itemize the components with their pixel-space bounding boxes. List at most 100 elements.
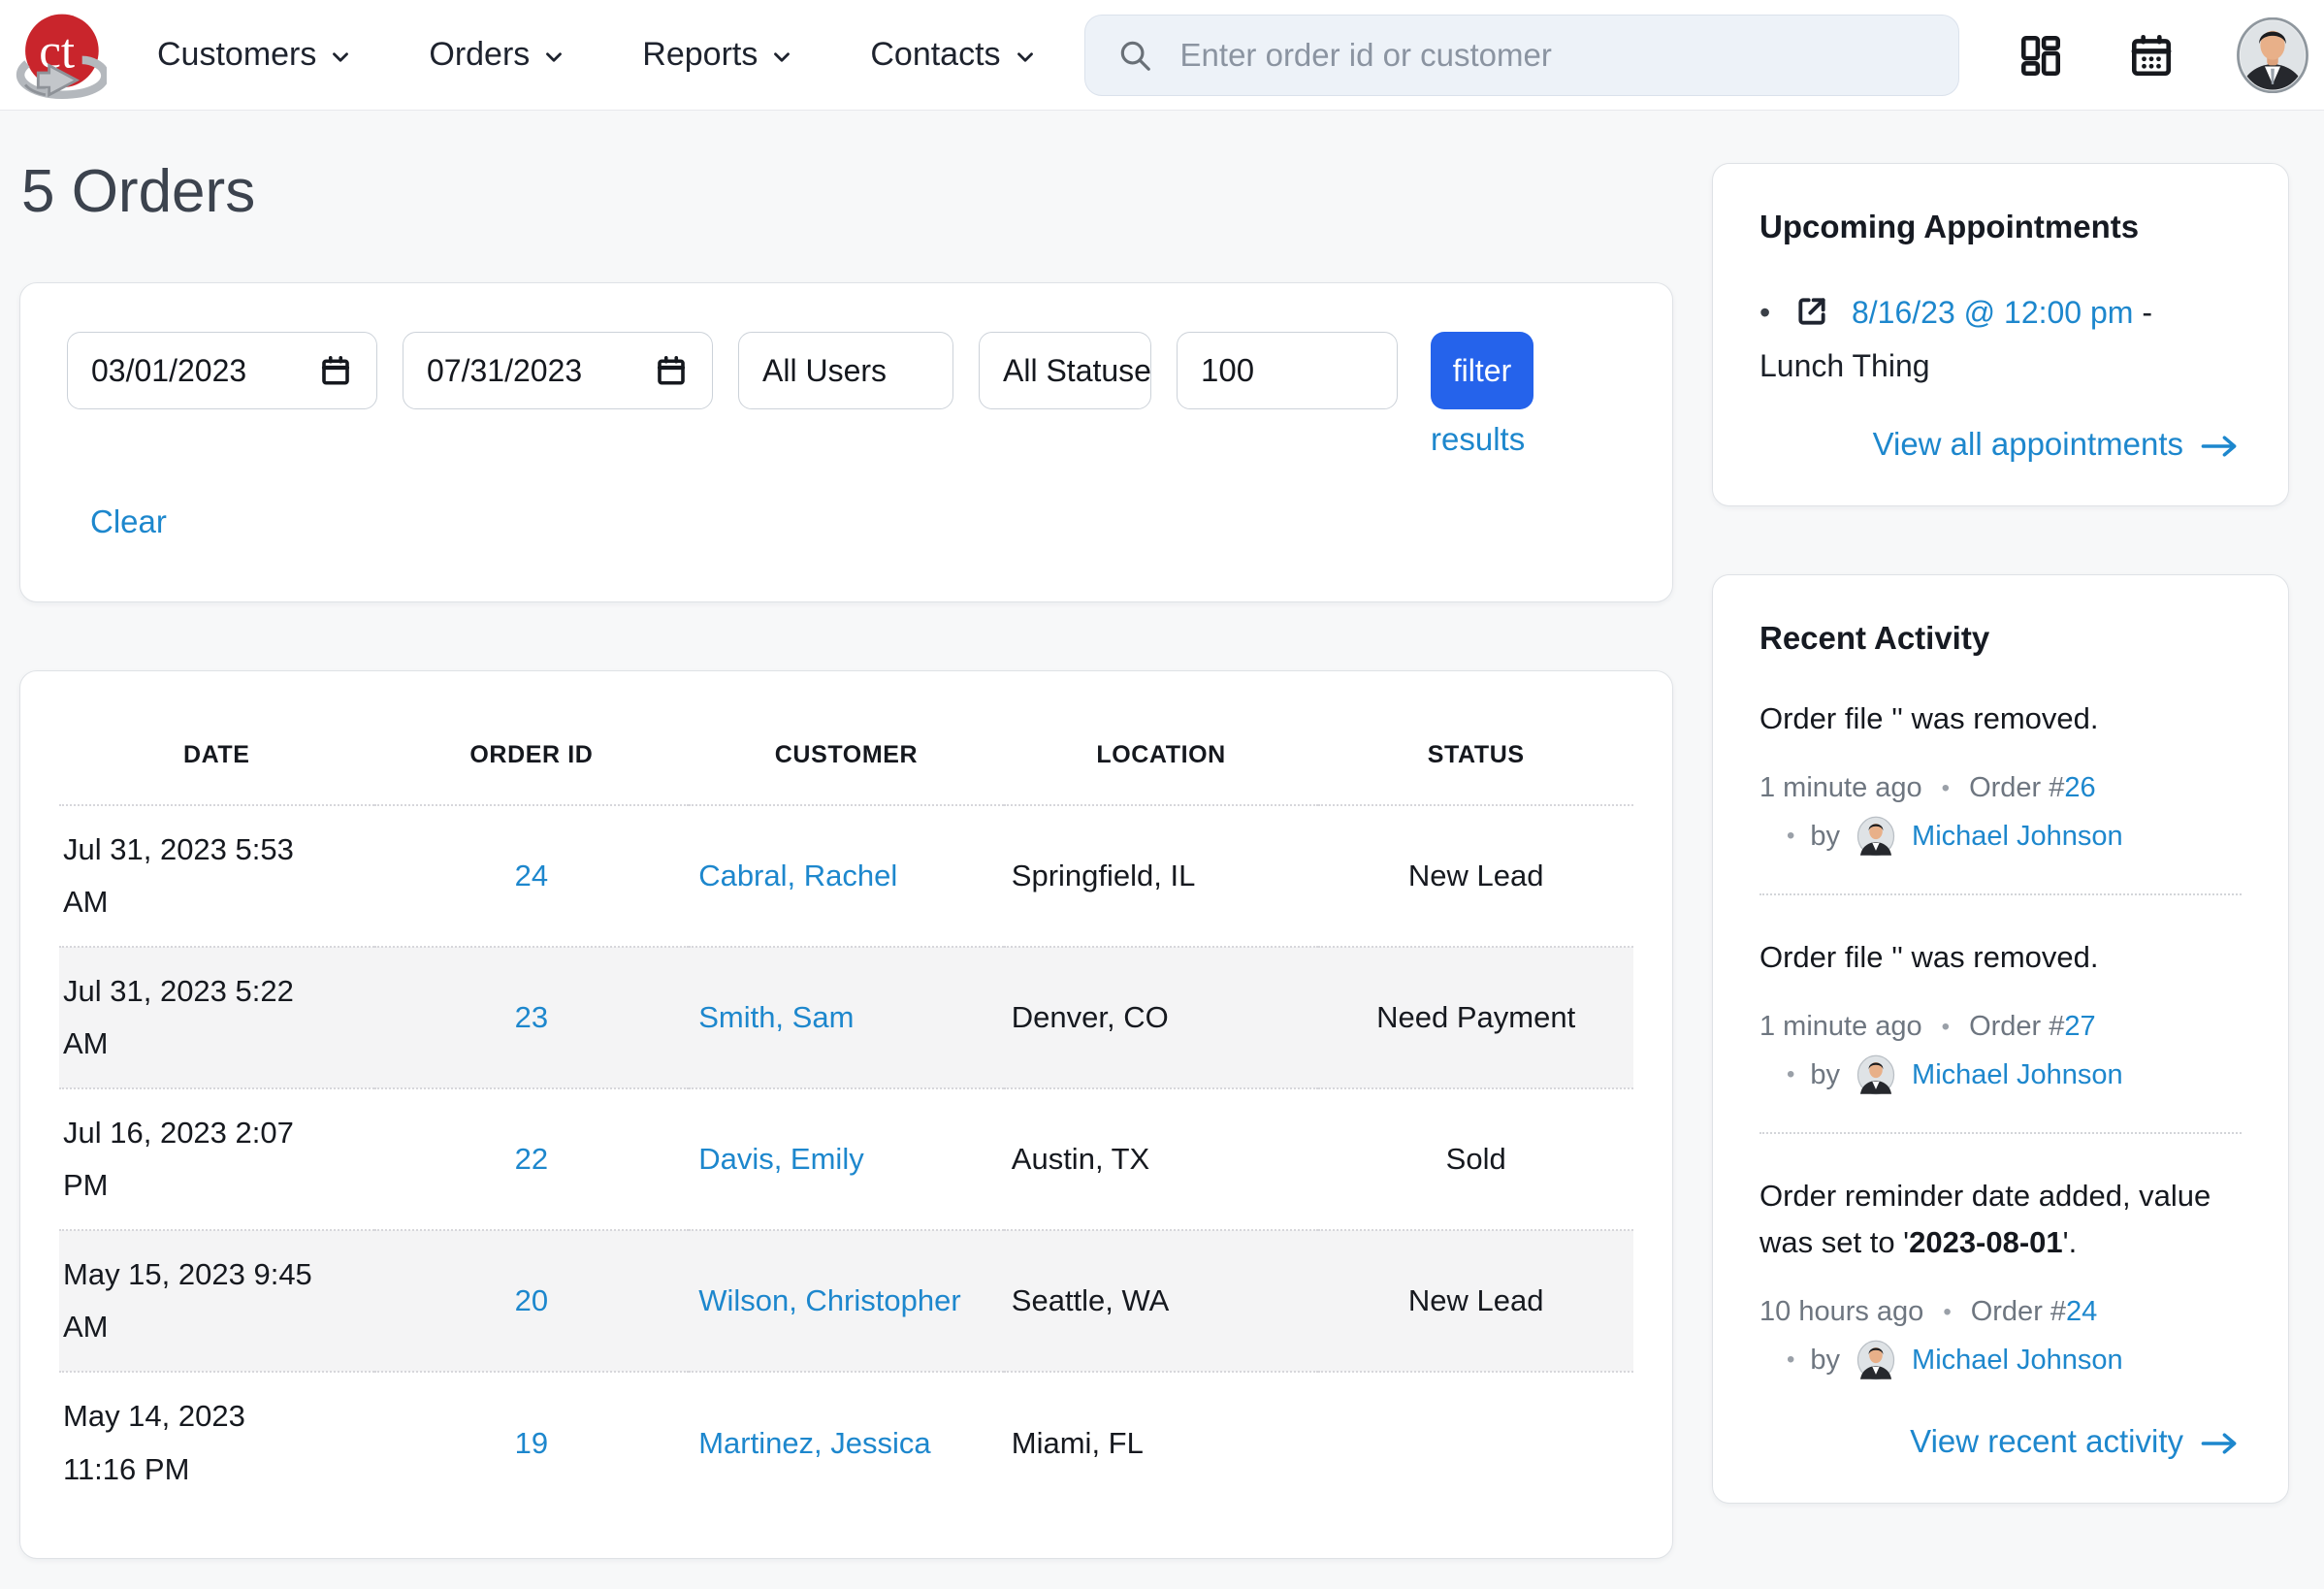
order-ref: Order #26 — [1969, 772, 2096, 804]
app-logo[interactable]: ct — [14, 7, 107, 108]
view-recent-activity-link[interactable]: View recent activity — [1910, 1423, 2183, 1460]
order-date: Jul 31, 2023 5:22 AM — [59, 947, 374, 1088]
activity-time: 10 hours ago — [1759, 1296, 1923, 1328]
search-input[interactable] — [1178, 36, 1927, 75]
order-status: New Lead — [1318, 805, 1633, 947]
dashboard-grid-icon[interactable] — [2016, 30, 2066, 81]
order-location: Seattle, WA — [1004, 1230, 1319, 1372]
order-status: New Lead — [1318, 1230, 1633, 1372]
bullet: • — [1787, 823, 1794, 850]
activity-text: Order reminder date added, value was set… — [1759, 1173, 2242, 1266]
activity-item: Order file '' was removed. 1 minute ago … — [1759, 934, 2242, 1095]
user-avatar[interactable] — [1856, 1340, 1896, 1380]
calendar-icon — [654, 353, 689, 388]
appointments-title: Upcoming Appointments — [1759, 209, 2242, 245]
order-location: Denver, CO — [1004, 947, 1319, 1088]
nav-item-contacts[interactable]: Contacts — [870, 36, 1037, 74]
order-id-link[interactable]: 19 — [515, 1426, 548, 1460]
nav-item-label: Customers — [157, 36, 316, 74]
activity-meta: 10 hours ago • Order #24 — [1759, 1296, 2242, 1328]
order-date: May 15, 2023 9:45 AM — [59, 1230, 374, 1372]
order-id-link[interactable]: 24 — [515, 859, 548, 892]
start-date-input[interactable]: 03/01/2023 — [67, 332, 377, 409]
users-select[interactable]: All Users — [738, 332, 953, 409]
bullet: • — [1942, 1014, 1950, 1041]
activity-time: 1 minute ago — [1759, 772, 1922, 804]
chevron-down-icon — [769, 45, 794, 70]
calendar-icon[interactable] — [2126, 30, 2177, 81]
col-header-date: DATE — [59, 716, 374, 805]
chevron-down-icon — [541, 45, 566, 70]
table-row: May 14, 2023 11:16 PM 19 Martinez, Jessi… — [59, 1372, 1633, 1513]
orders-table-header-row: DATE ORDER ID CUSTOMER LOCATION STATUS — [59, 716, 1633, 805]
col-header-location: LOCATION — [1004, 716, 1319, 805]
customer-link[interactable]: Davis, Emily — [698, 1142, 864, 1176]
order-number-link[interactable]: 26 — [2064, 772, 2095, 803]
calendar-icon — [318, 353, 353, 388]
view-all-appointments-link[interactable]: View all appointments — [1873, 426, 2183, 463]
table-row: Jul 31, 2023 5:53 AM 24 Cabral, Rachel S… — [59, 805, 1633, 947]
arrow-right-icon — [2199, 432, 2242, 461]
topbar-actions — [2016, 17, 2308, 93]
order-status: Sold — [1318, 1088, 1633, 1230]
nav-item-reports[interactable]: Reports — [642, 36, 794, 74]
order-location: Springfield, IL — [1004, 805, 1319, 947]
divider — [1759, 893, 2242, 895]
customer-link[interactable]: Martinez, Jessica — [698, 1426, 930, 1460]
chevron-down-icon — [1013, 45, 1038, 70]
order-id-link[interactable]: 22 — [515, 1142, 548, 1176]
filter-results-button[interactable]: filter — [1431, 332, 1533, 409]
customer-link[interactable]: Cabral, Rachel — [698, 859, 897, 892]
bullet: • — [1787, 1346, 1794, 1374]
customer-link[interactable]: Smith, Sam — [698, 1000, 854, 1034]
divider — [1759, 1132, 2242, 1134]
end-date-input[interactable]: 07/31/2023 — [403, 332, 713, 409]
activity-byline: • by Michael Johnson — [1787, 1054, 2242, 1095]
bullet: • — [1942, 775, 1950, 802]
order-date: Jul 16, 2023 2:07 PM — [59, 1088, 374, 1230]
external-link-icon[interactable] — [1792, 292, 1831, 331]
activity-time: 1 minute ago — [1759, 1011, 1922, 1043]
filter-button-column: filter results — [1431, 332, 1533, 458]
user-link[interactable]: Michael Johnson — [1912, 1059, 2123, 1091]
user-avatar[interactable] — [1856, 1054, 1896, 1095]
by-label: by — [1810, 1345, 1840, 1377]
activity-item: Order file '' was removed. 1 minute ago … — [1759, 696, 2242, 857]
bullet: • — [1943, 1299, 1951, 1326]
by-label: by — [1810, 821, 1840, 853]
user-avatar[interactable] — [2237, 17, 2308, 93]
nav-item-label: Contacts — [870, 36, 1000, 74]
by-label: by — [1810, 1059, 1840, 1091]
order-number-link[interactable]: 27 — [2064, 1011, 2095, 1042]
nav-item-customers[interactable]: Customers — [157, 36, 353, 74]
statuses-select[interactable]: All Statuses — [979, 332, 1151, 409]
filter-results-overflow-label[interactable]: results — [1431, 421, 1533, 458]
activity-title: Recent Activity — [1759, 620, 2242, 657]
arrow-right-icon — [2199, 1429, 2242, 1458]
order-ref: Order #24 — [1971, 1296, 2098, 1328]
table-row: Jul 31, 2023 5:22 AM 23 Smith, Sam Denve… — [59, 947, 1633, 1088]
customer-link[interactable]: Wilson, Christopher — [698, 1283, 960, 1317]
order-status: Need Payment — [1318, 947, 1633, 1088]
order-location: Miami, FL — [1004, 1372, 1319, 1513]
upcoming-appointments-card: Upcoming Appointments • 8/16/23 @ 12:00 … — [1712, 163, 2289, 506]
nav-item-label: Orders — [429, 36, 530, 74]
col-header-customer: CUSTOMER — [689, 716, 1004, 805]
user-link[interactable]: Michael Johnson — [1912, 821, 2123, 853]
nav-item-orders[interactable]: Orders — [429, 36, 566, 74]
user-avatar[interactable] — [1856, 816, 1896, 857]
order-id-link[interactable]: 20 — [515, 1283, 548, 1317]
nav-item-label: Reports — [642, 36, 758, 74]
col-header-order-id: ORDER ID — [374, 716, 690, 805]
page-content: 5 Orders 03/01/2023 07/31/2023 All Users… — [0, 111, 2324, 1559]
user-link[interactable]: Michael Johnson — [1912, 1345, 2123, 1377]
bullet: • — [1759, 295, 1770, 330]
orders-filter-card: 03/01/2023 07/31/2023 All Users All Stat… — [19, 282, 1673, 602]
appointment-link[interactable]: 8/16/23 @ 12:00 pm — [1852, 295, 2133, 330]
view-all-appointments-row: View all appointments — [1759, 426, 2242, 463]
limit-input[interactable] — [1177, 332, 1398, 409]
activity-item: Order reminder date added, value was set… — [1759, 1173, 2242, 1380]
order-id-link[interactable]: 23 — [515, 1000, 548, 1034]
clear-filters-link[interactable]: Clear — [90, 483, 167, 561]
order-number-link[interactable]: 24 — [2066, 1296, 2097, 1327]
